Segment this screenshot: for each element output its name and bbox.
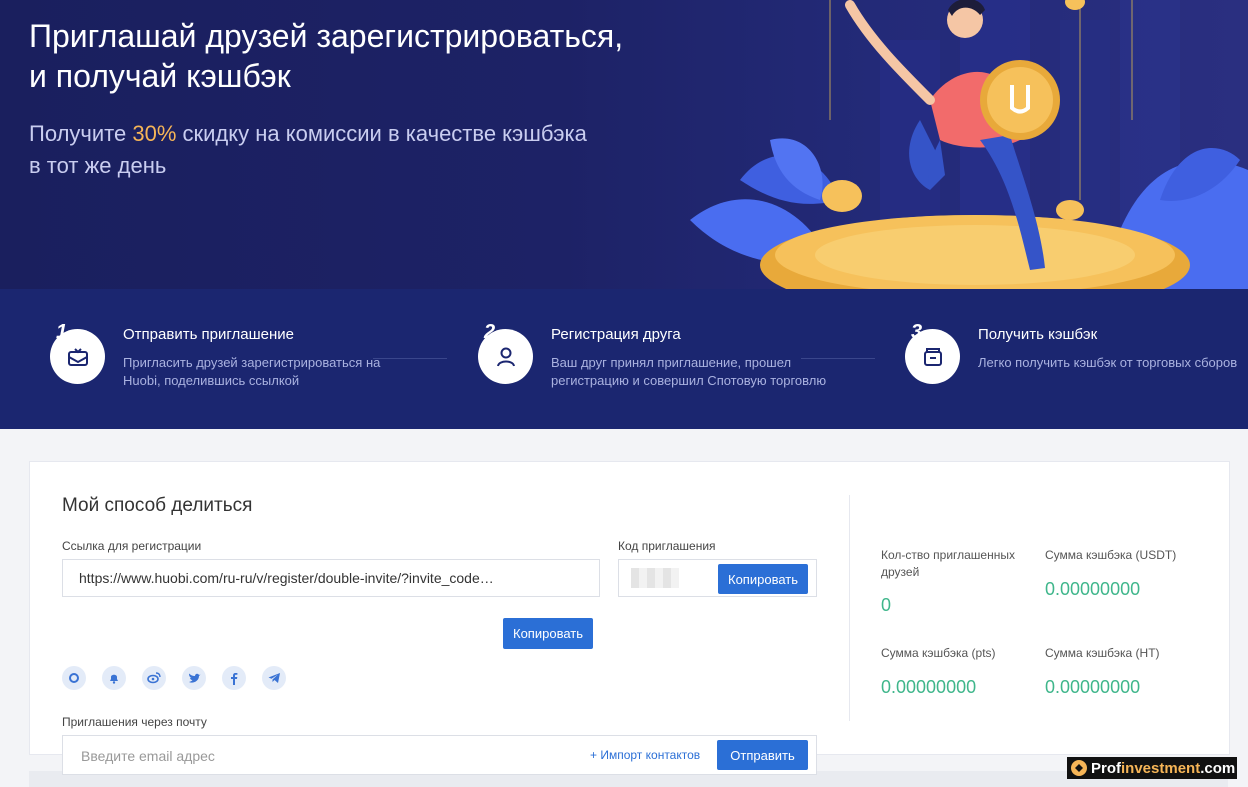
pts-cashback-label: Сумма кэшбэка (pts) bbox=[881, 646, 996, 660]
send-invite-button[interactable]: Отправить bbox=[717, 740, 808, 770]
bell-icon[interactable] bbox=[102, 666, 126, 690]
hero-subtitle: Получите 30% скидку на комиссии в качест… bbox=[29, 118, 749, 182]
watermark-accent: investment bbox=[1121, 759, 1201, 777]
telegram-icon[interactable] bbox=[262, 666, 286, 690]
invited-count-label: Кол-ство приглашенных друзей bbox=[881, 548, 1015, 579]
usdt-cashback-label: Сумма кэшбэка (USDT) bbox=[1045, 548, 1177, 562]
facebook-icon[interactable] bbox=[222, 666, 246, 690]
watermark-pre: Prof bbox=[1091, 759, 1121, 777]
twitter-icon[interactable] bbox=[182, 666, 206, 690]
invite-code-value-blurred bbox=[631, 568, 679, 588]
email-invite-label: Приглашения через почту bbox=[62, 715, 207, 729]
hero-title: Приглашай друзей зарегистрироваться, и п… bbox=[29, 16, 749, 96]
hero-sub-rest: скидку на комиссии в качестве кэшбэка bbox=[176, 121, 587, 146]
hero-title-line1: Приглашай друзей зарегистрироваться, bbox=[29, 18, 624, 54]
step-number: 3 bbox=[911, 321, 923, 343]
hero-title-line2: и получай кэшбэк bbox=[29, 58, 291, 94]
weibo-icon[interactable] bbox=[142, 666, 166, 690]
hero-sub-prefix: Получите bbox=[29, 121, 133, 146]
registration-link-input[interactable]: https://www.huobi.com/ru-ru/v/register/d… bbox=[62, 559, 600, 597]
step-desc: Легко получить кэшбэк от торговых сборов bbox=[978, 355, 1238, 370]
profinvestment-logo-icon bbox=[1071, 760, 1087, 776]
hero-sub-accent: 30% bbox=[132, 121, 177, 146]
invite-code-field[interactable]: Копировать bbox=[618, 559, 817, 597]
share-card: Мой способ делиться Ссылка для регистрац… bbox=[29, 461, 1230, 755]
ht-cashback-value: 0.00000000 bbox=[1045, 677, 1141, 697]
import-contacts-link[interactable]: + Импорт контактов bbox=[590, 748, 700, 762]
link-label: Ссылка для регистрации bbox=[62, 539, 202, 553]
qq-icon[interactable] bbox=[62, 666, 86, 690]
email-input[interactable]: Введите email адрес bbox=[81, 748, 215, 764]
step-desc: Пригласить друзей зарегистрироваться на … bbox=[123, 355, 381, 388]
pts-cashback-value: 0.00000000 bbox=[881, 677, 977, 697]
step-connector bbox=[373, 358, 447, 359]
step-title: Получить кэшбэк bbox=[978, 326, 1098, 343]
profinvestment-watermark: Prof investment .com bbox=[1067, 757, 1237, 779]
card-divider bbox=[849, 495, 850, 721]
copy-link-button[interactable]: Копировать bbox=[503, 618, 593, 649]
step-title: Отправить приглашение bbox=[123, 326, 295, 343]
share-title: Мой способ делиться bbox=[62, 495, 253, 516]
hero-banner: Приглашай друзей зарегистрироваться, и п… bbox=[0, 0, 1248, 289]
invited-count-value: 0 bbox=[881, 595, 892, 615]
step-number: 1 bbox=[56, 321, 68, 343]
step-connector bbox=[801, 358, 875, 359]
step-title: Регистрация друга bbox=[551, 326, 681, 343]
ht-cashback-label: Сумма кэшбэка (HT) bbox=[1045, 646, 1160, 660]
watermark-post: .com bbox=[1200, 759, 1236, 777]
hero-sub-line2: в тот же день bbox=[29, 153, 167, 178]
usdt-cashback-value: 0.00000000 bbox=[1045, 579, 1141, 599]
steps-band: 1 Отправить приглашение Пригласить друзе… bbox=[0, 289, 1248, 429]
hero-illustration bbox=[690, 0, 1248, 289]
step-number: 2 bbox=[484, 321, 496, 343]
step-desc: Ваш друг принял приглашение, прошел реги… bbox=[551, 355, 827, 388]
code-label: Код приглашения bbox=[618, 539, 716, 553]
copy-code-button[interactable]: Копировать bbox=[718, 564, 808, 594]
email-input-field[interactable]: Введите email адрес + Импорт контактов О… bbox=[62, 735, 817, 775]
